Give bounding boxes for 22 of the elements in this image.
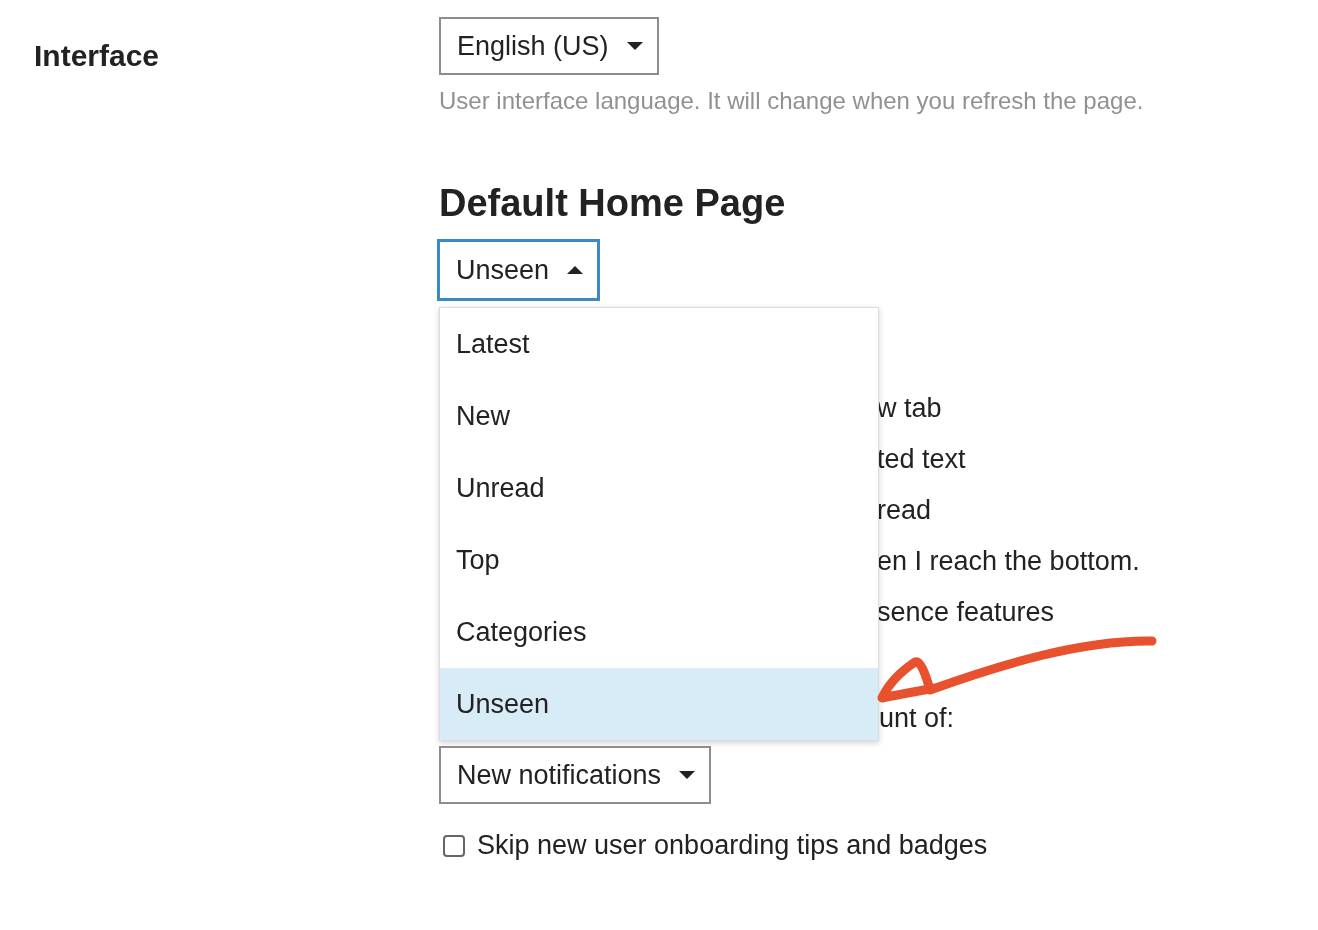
caret-icon [679,771,696,779]
field-label: unt of: [879,703,955,733]
option-label: ted text [877,444,966,474]
section-heading: Default Home Page [439,181,786,225]
option-label: read [877,495,932,525]
menu-item[interactable]: Top [440,524,878,596]
caret-icon [567,266,584,274]
checkbox[interactable] [443,834,465,857]
menu-item[interactable]: Categories [440,596,878,668]
dropdown[interactable]: English (US) [439,17,659,75]
option-label: sence features [877,597,1055,627]
help-text: User interface language. It will change when you refresh the page. [439,87,1144,115]
dropdown[interactable]: Unseen [437,239,601,301]
menu-item[interactable]: Unseen [440,668,878,740]
section-label: Interface [33,38,161,74]
dropdown[interactable]: New notifications [439,746,712,804]
menu-item[interactable]: Unread [440,452,878,524]
menu-item[interactable]: New [440,380,878,452]
caret-icon [626,42,643,50]
option-label: en I reach the bottom. [877,546,1140,576]
menu-item[interactable]: Latest [440,308,878,380]
checkbox-label: Skip new user onboarding tips and badges [477,830,988,861]
